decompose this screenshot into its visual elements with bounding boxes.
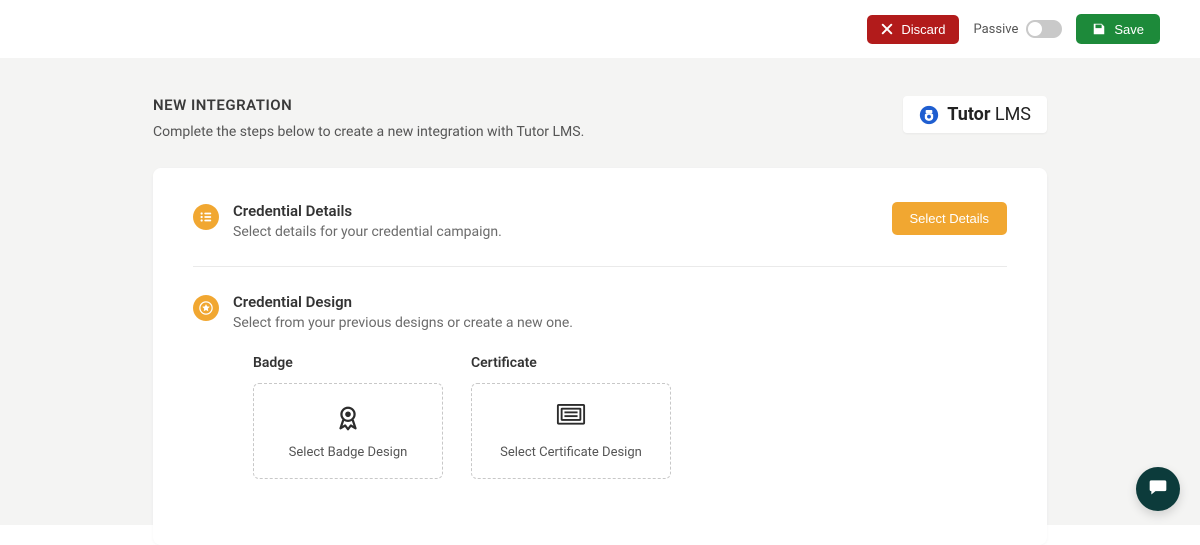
section-desc-design: Select from your previous designs or cre… xyxy=(233,315,1007,331)
save-icon xyxy=(1092,22,1106,36)
integration-logo-text: Tutor LMS xyxy=(947,104,1031,125)
certificate-label: Certificate xyxy=(471,355,671,371)
close-icon xyxy=(881,23,893,35)
list-icon xyxy=(193,204,219,230)
badge-ribbon-icon xyxy=(333,403,363,433)
section-head-details: Credential Details Select details for yo… xyxy=(193,202,1007,240)
integration-logo-card: Tutor LMS xyxy=(903,96,1047,133)
certificate-column: Certificate Select Certificate Design xyxy=(471,355,671,479)
passive-toggle[interactable] xyxy=(1026,20,1062,38)
page-title: NEW INTEGRATION xyxy=(153,96,903,114)
chat-icon xyxy=(1148,477,1168,501)
save-label: Save xyxy=(1114,23,1144,36)
design-options-row: Badge Select Badge Design Certificate xyxy=(253,355,1007,479)
header-text: NEW INTEGRATION Complete the steps below… xyxy=(153,96,903,140)
section-credential-design: Credential Design Select from your previ… xyxy=(193,266,1007,505)
steps-card: Credential Details Select details for yo… xyxy=(153,168,1047,545)
page-body: NEW INTEGRATION Complete the steps below… xyxy=(0,58,1200,525)
select-badge-design-box[interactable]: Select Badge Design xyxy=(253,383,443,479)
section-title-details: Credential Details xyxy=(233,202,878,220)
save-button[interactable]: Save xyxy=(1076,14,1160,44)
passive-label: Passive xyxy=(973,22,1018,37)
certificate-icon xyxy=(556,403,586,433)
select-details-button[interactable]: Select Details xyxy=(892,202,1007,235)
select-certificate-design-box[interactable]: Select Certificate Design xyxy=(471,383,671,479)
section-info-details: Credential Details Select details for yo… xyxy=(233,202,878,240)
chat-widget-button[interactable] xyxy=(1136,467,1180,511)
tutor-lms-icon xyxy=(919,105,939,125)
discard-button[interactable]: Discard xyxy=(867,15,959,44)
top-bar: Discard Passive Save xyxy=(0,0,1200,58)
badge-label: Badge xyxy=(253,355,443,371)
section-info-design: Credential Design Select from your previ… xyxy=(233,293,1007,331)
page-subtitle: Complete the steps below to create a new… xyxy=(153,124,903,140)
discard-label: Discard xyxy=(901,23,945,36)
content-container: NEW INTEGRATION Complete the steps below… xyxy=(153,96,1047,545)
section-desc-details: Select details for your credential campa… xyxy=(233,224,878,240)
badge-column: Badge Select Badge Design xyxy=(253,355,443,479)
logo-brand-bold: Tutor xyxy=(947,104,990,125)
badge-box-text: Select Badge Design xyxy=(289,445,408,460)
page-header: NEW INTEGRATION Complete the steps below… xyxy=(153,96,1047,140)
star-badge-icon xyxy=(193,295,219,321)
section-head-design: Credential Design Select from your previ… xyxy=(193,293,1007,331)
certificate-box-text: Select Certificate Design xyxy=(500,445,642,460)
section-title-design: Credential Design xyxy=(233,293,1007,311)
logo-brand-reg: LMS xyxy=(990,104,1031,125)
passive-toggle-group: Passive xyxy=(973,20,1062,38)
section-credential-details: Credential Details Select details for yo… xyxy=(193,202,1007,266)
